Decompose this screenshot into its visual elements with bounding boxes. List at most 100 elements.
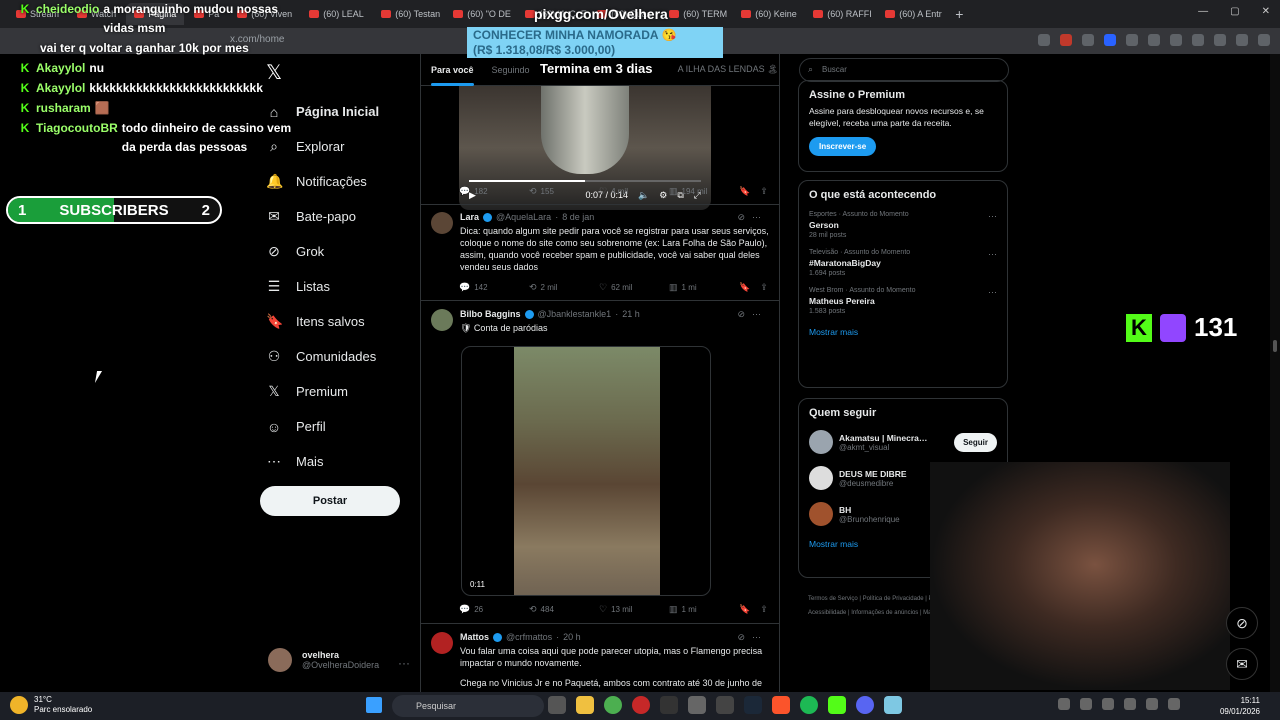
more-icon[interactable]: ⋯ bbox=[988, 211, 997, 222]
bookmark-icon[interactable]: 🔖 bbox=[739, 282, 750, 293]
author-name[interactable]: Lara bbox=[460, 212, 479, 222]
chrome-icon[interactable] bbox=[604, 696, 622, 714]
discord-icon[interactable] bbox=[856, 696, 874, 714]
show-more-link[interactable]: Mostrar mais bbox=[809, 327, 997, 337]
windows-start-icon[interactable] bbox=[366, 697, 382, 713]
tray-icon[interactable] bbox=[1102, 698, 1114, 710]
follow-suggestion[interactable]: Akamatsu | Minecra… @akmt_visual Seguir bbox=[809, 429, 997, 455]
brave-icon[interactable] bbox=[772, 696, 790, 714]
tray-icon[interactable] bbox=[1124, 698, 1136, 710]
post-date[interactable]: 21 h bbox=[622, 309, 640, 319]
app-icon[interactable] bbox=[660, 696, 678, 714]
bookmark-icon[interactable]: 🔖 bbox=[739, 604, 750, 615]
browser-tab[interactable]: (60) A Entr bbox=[877, 3, 947, 25]
tab-following[interactable]: Seguindo bbox=[492, 65, 530, 75]
trend-item[interactable]: Esportes · Assunto do Momento Gerson 28 mi… bbox=[809, 211, 997, 239]
extension-icon[interactable] bbox=[1104, 34, 1116, 46]
trend-item[interactable]: West Brom · Assunto do Momento Matheus Pe… bbox=[809, 287, 997, 315]
trend-item[interactable]: Televisão · Assunto do Momento #MaratonaB… bbox=[809, 249, 997, 277]
app-icon[interactable] bbox=[688, 696, 706, 714]
repost-button[interactable]: ⟲ 484 bbox=[529, 604, 599, 615]
messages-float-icon[interactable]: ✉ bbox=[1226, 648, 1258, 680]
nav-item-communities[interactable]: ⚇ Comunidades bbox=[266, 339, 379, 374]
views-button[interactable]: ▥ 1 mi bbox=[669, 282, 739, 293]
browser-tab[interactable]: (60) RAFFI bbox=[805, 3, 875, 25]
repost-button[interactable]: ⟲ 155 bbox=[529, 186, 599, 197]
grok-float-icon[interactable]: ⊘ bbox=[1226, 607, 1258, 639]
browser-tab[interactable]: (60) "O DE bbox=[445, 3, 515, 25]
more-icon[interactable]: ⋯ bbox=[988, 287, 997, 298]
tab-list[interactable]: A ILHA DAS LENDAS 🏝 bbox=[678, 64, 779, 75]
browser-tab[interactable]: (60) Testan bbox=[373, 3, 443, 25]
nav-item-bookmark[interactable]: 🔖 Itens salvos bbox=[266, 304, 379, 339]
app-icon[interactable] bbox=[716, 696, 734, 714]
file-explorer-icon[interactable] bbox=[576, 696, 594, 714]
author-handle[interactable]: @AquelaLara bbox=[496, 212, 551, 222]
wifi-icon[interactable] bbox=[1146, 698, 1158, 710]
nav-item-more[interactable]: ⋯ Mais bbox=[266, 444, 379, 479]
bookmark-icon[interactable]: 🔖 bbox=[739, 186, 750, 197]
share-icon[interactable]: ⇪ bbox=[760, 604, 768, 615]
task-view-icon[interactable] bbox=[548, 696, 566, 714]
volume-icon[interactable] bbox=[1168, 698, 1180, 710]
search-input[interactable]: Buscar bbox=[799, 58, 1009, 82]
subscribe-button[interactable]: Inscrever-se bbox=[809, 137, 877, 156]
share-icon[interactable]: ⇪ bbox=[760, 282, 768, 293]
system-clock[interactable]: 15:11 09/01/2026 bbox=[1220, 695, 1260, 717]
video-progress-bar[interactable] bbox=[469, 180, 701, 182]
follow-button[interactable]: Seguir bbox=[954, 433, 997, 452]
taskbar-search[interactable]: Pesquisar bbox=[392, 695, 544, 717]
extension-icon[interactable] bbox=[1126, 34, 1138, 46]
reply-button[interactable]: 💬 26 bbox=[459, 604, 529, 615]
more-icon[interactable]: ⋯ bbox=[988, 249, 997, 260]
grok-icon[interactable]: ⊘ bbox=[737, 309, 745, 320]
like-button[interactable]: ♡ 4 mil bbox=[599, 186, 669, 197]
video-player[interactable]: 0:11 bbox=[461, 346, 711, 596]
grok-icon[interactable]: ⊘ bbox=[737, 632, 745, 643]
tray-icon[interactable] bbox=[1058, 698, 1070, 710]
nav-item-profile[interactable]: ☺ Perfil bbox=[266, 409, 379, 444]
author-handle[interactable]: @Jbanklestankle1 bbox=[538, 309, 612, 319]
close-icon[interactable]: ✕ bbox=[1262, 6, 1270, 17]
kick-icon[interactable] bbox=[828, 696, 846, 714]
tray-icon[interactable] bbox=[1080, 698, 1092, 710]
author-name[interactable]: Bilbo Baggins bbox=[460, 309, 521, 319]
extension-icon[interactable] bbox=[1192, 34, 1204, 46]
weather-widget[interactable]: 31°C Parc ensolarado bbox=[10, 695, 92, 715]
nav-item-bell[interactable]: 🔔 Notificações bbox=[266, 164, 379, 199]
author-handle[interactable]: @crfmattos bbox=[506, 632, 552, 642]
post[interactable]: Bilbo Baggins @Jbanklestankle1 · 21 h 🛡 … bbox=[431, 309, 771, 349]
scrollbar[interactable] bbox=[1270, 54, 1280, 692]
like-button[interactable]: ♡ 13 mil bbox=[599, 604, 669, 615]
views-button[interactable]: ▥ 194 mil bbox=[669, 186, 739, 197]
new-tab-icon[interactable]: + bbox=[949, 6, 969, 22]
tab-for-you[interactable]: Para você bbox=[431, 65, 474, 86]
menu-icon[interactable] bbox=[1258, 34, 1270, 46]
account-switcher[interactable]: ovelhera @OvelheraDoidera bbox=[268, 648, 408, 672]
extension-icon[interactable] bbox=[1236, 34, 1248, 46]
extension-icon[interactable] bbox=[1170, 34, 1182, 46]
notepad-icon[interactable] bbox=[884, 696, 902, 714]
post[interactable]: Lara @AquelaLara · 8 de jan Dica: quando… bbox=[431, 212, 771, 322]
reply-button[interactable]: 💬 142 bbox=[459, 282, 529, 293]
nav-item-x-premium[interactable]: 𝕏 Premium bbox=[266, 374, 379, 409]
opera-icon[interactable] bbox=[632, 696, 650, 714]
repost-button[interactable]: ⟲ 2 mil bbox=[529, 282, 599, 293]
minimize-icon[interactable]: — bbox=[1198, 6, 1208, 17]
reply-button[interactable]: 💬 182 bbox=[459, 186, 529, 197]
extension-icon[interactable] bbox=[1214, 34, 1226, 46]
post[interactable]: Mattos @crfmattos · 20 h Vou falar uma c… bbox=[431, 632, 771, 692]
steam-icon[interactable] bbox=[744, 696, 762, 714]
nav-item-list[interactable]: ☰ Listas bbox=[266, 269, 379, 304]
post-date[interactable]: 20 h bbox=[563, 632, 581, 642]
spotify-icon[interactable] bbox=[800, 696, 818, 714]
browser-tab[interactable]: (60) TERM bbox=[661, 3, 731, 25]
post-date[interactable]: 8 de jan bbox=[562, 212, 594, 222]
post-button[interactable]: Postar bbox=[260, 486, 400, 516]
more-icon[interactable]: ⋯ bbox=[752, 632, 761, 643]
share-icon[interactable]: ⇪ bbox=[760, 186, 768, 197]
extension-icon[interactable] bbox=[1148, 34, 1160, 46]
nav-item-grok[interactable]: ⊘ Grok bbox=[266, 234, 379, 269]
like-button[interactable]: ♡ 62 mil bbox=[599, 282, 669, 293]
views-button[interactable]: ▥ 1 mi bbox=[669, 604, 739, 615]
